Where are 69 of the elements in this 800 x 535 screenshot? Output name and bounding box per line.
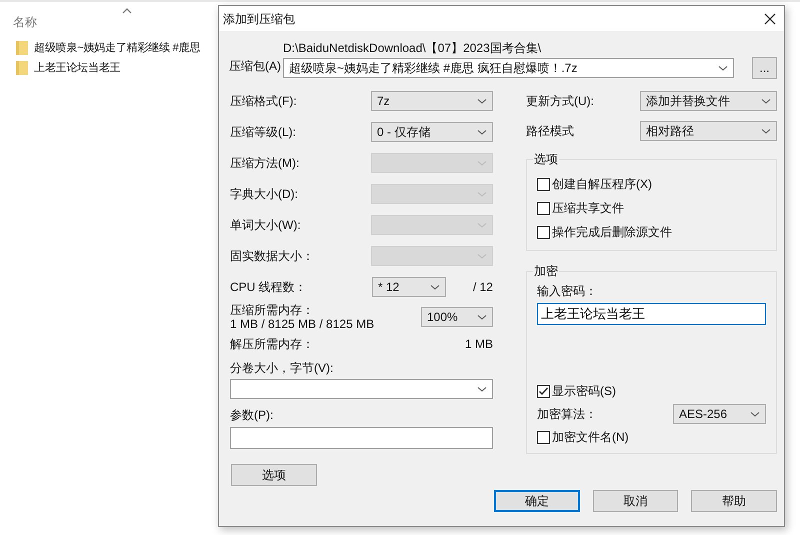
chevron-down-icon xyxy=(476,128,487,134)
file-name[interactable]: 超级喷泉~姨妈走了精彩继续 #鹿思 xyxy=(34,40,200,56)
field-label: 字典大小(D): xyxy=(230,186,298,202)
field-label: 单词大小(W): xyxy=(230,216,301,234)
folder-icon xyxy=(16,60,28,76)
column-header[interactable]: 名称 xyxy=(13,13,37,31)
checkbox[interactable] xyxy=(536,384,550,398)
group-title: 选项 xyxy=(532,152,559,166)
field-label: 压缩包(A) xyxy=(229,58,282,75)
field-label: 分卷大小，字节(V): xyxy=(230,361,334,375)
chevron-down-icon xyxy=(718,65,728,71)
field-label: 输入密码： xyxy=(536,284,598,298)
field-label: 解压所需内存： xyxy=(230,336,314,353)
chevron-down-icon xyxy=(476,386,487,392)
options-button[interactable]: 选项 xyxy=(231,464,317,486)
field-label: 路径模式 xyxy=(526,122,574,140)
field-label: 更新方式(U): xyxy=(526,92,594,110)
dropdown[interactable]: 0 - 仅存储 xyxy=(370,122,493,142)
dropdown[interactable]: 7z xyxy=(370,90,493,110)
field-label: 压缩所需内存： xyxy=(230,303,315,317)
dropdown[interactable]: 相对路径 xyxy=(640,120,777,140)
password-field[interactable]: 上老王论坛当老王 xyxy=(536,303,766,325)
dropdown[interactable]: 添加并替换文件 xyxy=(640,90,777,110)
archive-name-field[interactable]: 超级喷泉~姨妈走了精彩继续 #鹿思 疯狂自慰爆喷！.7z xyxy=(283,58,734,78)
checkbox-label: 压缩共享文件 xyxy=(552,200,624,217)
dialog-button[interactable]: 取消 xyxy=(592,490,678,512)
checkbox[interactable] xyxy=(536,202,550,214)
field-label: 加密算法： xyxy=(536,406,597,423)
chevron-down-icon xyxy=(476,190,487,196)
chevron-down-icon xyxy=(430,284,440,290)
volume-size-field[interactable] xyxy=(230,379,493,399)
dialog-button[interactable]: 确定 xyxy=(494,490,580,512)
close-icon[interactable] xyxy=(764,12,776,24)
browse-button[interactable]: ... xyxy=(752,57,777,79)
chevron-down-icon xyxy=(476,222,487,228)
checkmark-icon xyxy=(538,386,549,396)
dialog-button[interactable]: 帮助 xyxy=(691,490,777,512)
checkbox[interactable] xyxy=(536,178,550,190)
dropdown[interactable]: AES-256 xyxy=(673,404,766,424)
chevron-down-icon xyxy=(750,411,760,417)
chevron-down-icon xyxy=(476,252,487,258)
file-name[interactable]: 上老王论坛当老王 xyxy=(34,60,120,76)
checkbox-label: 创建自解压程序(X) xyxy=(552,176,652,193)
field-label: 固实数据大小： xyxy=(230,248,314,264)
thread-total: / 12 xyxy=(472,278,493,296)
parameters-field[interactable] xyxy=(230,427,493,449)
memory-usage: 1 MB / 8125 MB / 8125 MB xyxy=(230,317,374,331)
field-label: 压缩方法(M): xyxy=(230,154,300,172)
field-label: CPU 线程数： xyxy=(230,278,308,296)
dropdown[interactable]: * 12 xyxy=(372,276,446,296)
field-label: 压缩等级(L): xyxy=(230,124,296,140)
chevron-down-icon xyxy=(476,98,487,104)
dropdown[interactable]: 100% xyxy=(420,307,493,327)
checkbox-label: 操作完成后删除源文件 xyxy=(552,224,672,241)
field-label: 参数(P): xyxy=(230,408,274,422)
folder-icon xyxy=(16,40,28,56)
memory-value: 1 MB xyxy=(464,336,493,353)
archive-path: D:\BaiduNetdiskDownload\【07】2023国考合集\ xyxy=(283,41,542,55)
chevron-down-icon xyxy=(476,314,487,320)
checkbox-label: 加密文件名(N) xyxy=(552,429,629,446)
chevron-down-icon xyxy=(761,98,771,104)
checkbox-label: 显示密码(S) xyxy=(552,383,616,400)
window-title: 添加到压缩包 xyxy=(223,10,295,28)
chevron-down-icon xyxy=(761,128,771,134)
group-title: 加密 xyxy=(532,264,559,278)
field-label: 压缩格式(F): xyxy=(230,92,297,110)
chevron-down-icon xyxy=(476,160,487,166)
checkbox[interactable] xyxy=(536,226,550,238)
checkbox[interactable] xyxy=(536,430,550,444)
